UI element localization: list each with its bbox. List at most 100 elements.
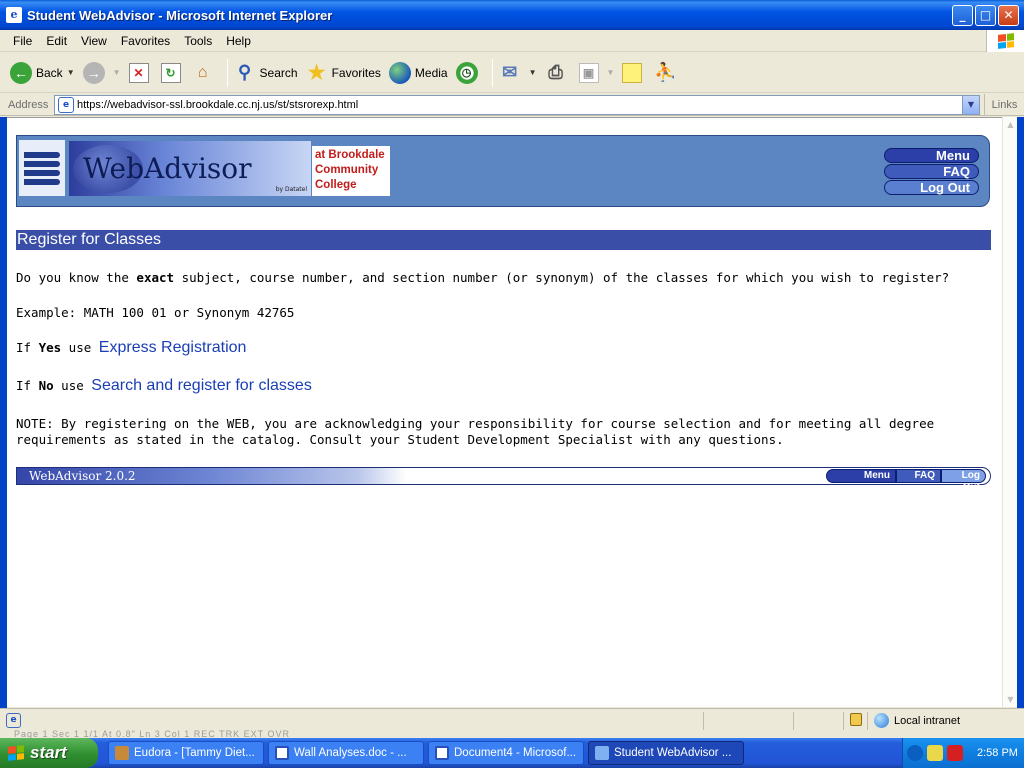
vertical-scrollbar[interactable]: ▲ ▼ [1002, 117, 1017, 707]
footer-menu-button[interactable]: Menu [826, 469, 896, 483]
edit-button[interactable]: ▣ ▼ [578, 62, 615, 83]
mail-dropdown-icon[interactable]: ▼ [529, 68, 537, 77]
system-tray: 2:58 PM [902, 738, 1024, 768]
minimize-button[interactable]: _ [952, 5, 973, 26]
forward-button[interactable]: → ▼ [82, 61, 121, 84]
messenger-button[interactable]: ⛹ [654, 62, 680, 84]
tray-app-icon[interactable] [927, 745, 943, 761]
note-icon [622, 62, 643, 83]
start-button[interactable]: start [0, 738, 98, 768]
word-doc-icon [275, 746, 289, 760]
refresh-button[interactable]: ↻ [160, 62, 185, 83]
college-logo-icon [19, 140, 65, 196]
college-line-2: Community [315, 164, 379, 176]
taskbar-item-eudora[interactable]: Eudora - [Tammy Diet... [108, 741, 264, 765]
scroll-down-icon[interactable]: ▼ [1003, 692, 1018, 707]
clock[interactable]: 2:58 PM [977, 747, 1018, 759]
tray-network-error-icon[interactable] [947, 745, 963, 761]
history-clock-icon: ◷ [455, 61, 478, 84]
tray-expand-icon[interactable] [907, 745, 923, 761]
home-button[interactable]: ⌂ [193, 63, 217, 83]
taskbar-item-document4[interactable]: Document4 - Microsof... [428, 741, 584, 765]
links-button[interactable]: Links [984, 94, 1024, 116]
refresh-icon: ↻ [160, 62, 181, 83]
webadvisor-footer: WebAdvisor 2.0.2 Menu FAQ Log Out [16, 467, 991, 493]
back-button[interactable]: ← Back ▼ [10, 61, 75, 84]
menu-view[interactable]: View [74, 34, 114, 48]
media-globe-icon [388, 61, 411, 84]
webadvisor-banner: WebAdvisor by Datatel [69, 141, 311, 196]
close-button[interactable]: ✕ [998, 5, 1019, 26]
college-name: at Brookdale Community College [312, 146, 390, 196]
toolbar-separator [491, 58, 493, 87]
taskbar-item-webadvisor[interactable]: Student WebAdvisor ... [588, 741, 744, 765]
taskbar: start Eudora - [Tammy Diet... Wall Analy… [0, 738, 1024, 768]
word-doc-icon [435, 746, 449, 760]
logout-button[interactable]: Log Out [884, 180, 979, 195]
status-divider [703, 712, 704, 730]
task-label: Wall Analyses.doc - ... [294, 747, 407, 759]
media-button[interactable]: Media [388, 61, 448, 84]
window-frame-right [1017, 117, 1024, 737]
windows-logo-icon [986, 30, 1024, 52]
faq-button[interactable]: FAQ [884, 164, 979, 179]
status-divider [843, 712, 844, 730]
menu-help[interactable]: Help [219, 34, 258, 48]
window-title-bar[interactable]: e Student WebAdvisor - Microsoft Interne… [0, 0, 1024, 30]
page-title: Register for Classes [16, 230, 991, 250]
question-bold: exact [136, 270, 175, 285]
toolbar-separator [226, 58, 228, 87]
print-button[interactable]: ⎙ [545, 62, 571, 84]
printer-icon: ⎙ [548, 62, 563, 82]
version-label: WebAdvisor 2.0.2 [29, 469, 136, 483]
mail-button[interactable]: ✉ ▼ [499, 62, 537, 84]
address-label: Address [8, 98, 49, 111]
search-button[interactable]: ⚲ Search [234, 62, 298, 84]
menu-button[interactable]: Menu [884, 148, 979, 163]
scroll-up-icon[interactable]: ▲ [1003, 117, 1018, 132]
address-input[interactable]: e https://webadvisor-ssl.brookdale.cc.nj… [54, 95, 980, 115]
media-label: Media [414, 65, 448, 80]
footer-logout-button[interactable]: Log Out [941, 469, 986, 493]
search-icon: ⚲ [237, 62, 252, 82]
yes-option: If Yes use Express Registration [16, 340, 246, 356]
taskbar-item-wall-analyses[interactable]: Wall Analyses.doc - ... [268, 741, 424, 765]
question-post: subject, course number, and section numb… [174, 270, 950, 285]
menu-edit[interactable]: Edit [39, 34, 74, 48]
menu-favorites[interactable]: Favorites [114, 34, 177, 48]
maximize-button[interactable]: □ [975, 5, 996, 26]
address-bar: Address e https://webadvisor-ssl.brookda… [0, 94, 1024, 116]
menu-tools[interactable]: Tools [177, 34, 219, 48]
if-label: If [16, 378, 39, 393]
status-divider [793, 712, 794, 730]
back-dropdown-icon[interactable]: ▼ [67, 68, 75, 77]
favorites-button[interactable]: ★ Favorites [306, 62, 381, 84]
start-label: start [30, 743, 67, 762]
menu-bar: File Edit View Favorites Tools Help [0, 30, 1024, 52]
search-register-link[interactable]: Search and register for classes [91, 377, 312, 394]
note-text: NOTE: By registering on the WEB, you are… [16, 416, 935, 447]
address-dropdown-icon[interactable]: ▼ [962, 96, 979, 114]
history-button[interactable]: ◷ [455, 61, 482, 84]
no-option: If No use Search and register for classe… [16, 378, 312, 394]
menu-file[interactable]: File [6, 34, 39, 48]
footer-faq-button[interactable]: FAQ [896, 469, 941, 483]
college-line-3: College [315, 179, 357, 191]
back-arrow-icon: ← [10, 61, 32, 84]
address-url[interactable]: https://webadvisor-ssl.brookdale.cc.nj.u… [77, 99, 358, 111]
security-zone: Local intranet [867, 712, 1012, 730]
edit-icon: ▣ [578, 62, 599, 83]
express-registration-link[interactable]: Express Registration [99, 339, 247, 356]
forward-dropdown-icon[interactable]: ▼ [113, 68, 121, 77]
no-label: No [38, 378, 54, 393]
windows-flag-icon [8, 745, 24, 761]
favorites-label: Favorites [331, 65, 381, 80]
zone-label: Local intranet [894, 715, 961, 727]
edit-dropdown-icon[interactable]: ▼ [607, 68, 615, 77]
use-label: use [61, 340, 99, 355]
status-bar: e Page 1 Sec 1 1/1 At 0.8" Ln 3 Col 1 RE… [0, 708, 1024, 739]
header-nav: Menu FAQ Log Out [884, 148, 979, 196]
discuss-button[interactable] [622, 62, 646, 83]
stop-button[interactable]: ✕ [128, 62, 153, 83]
page-content: WebAdvisor by Datatel at Brookdale Commu… [7, 117, 1010, 707]
